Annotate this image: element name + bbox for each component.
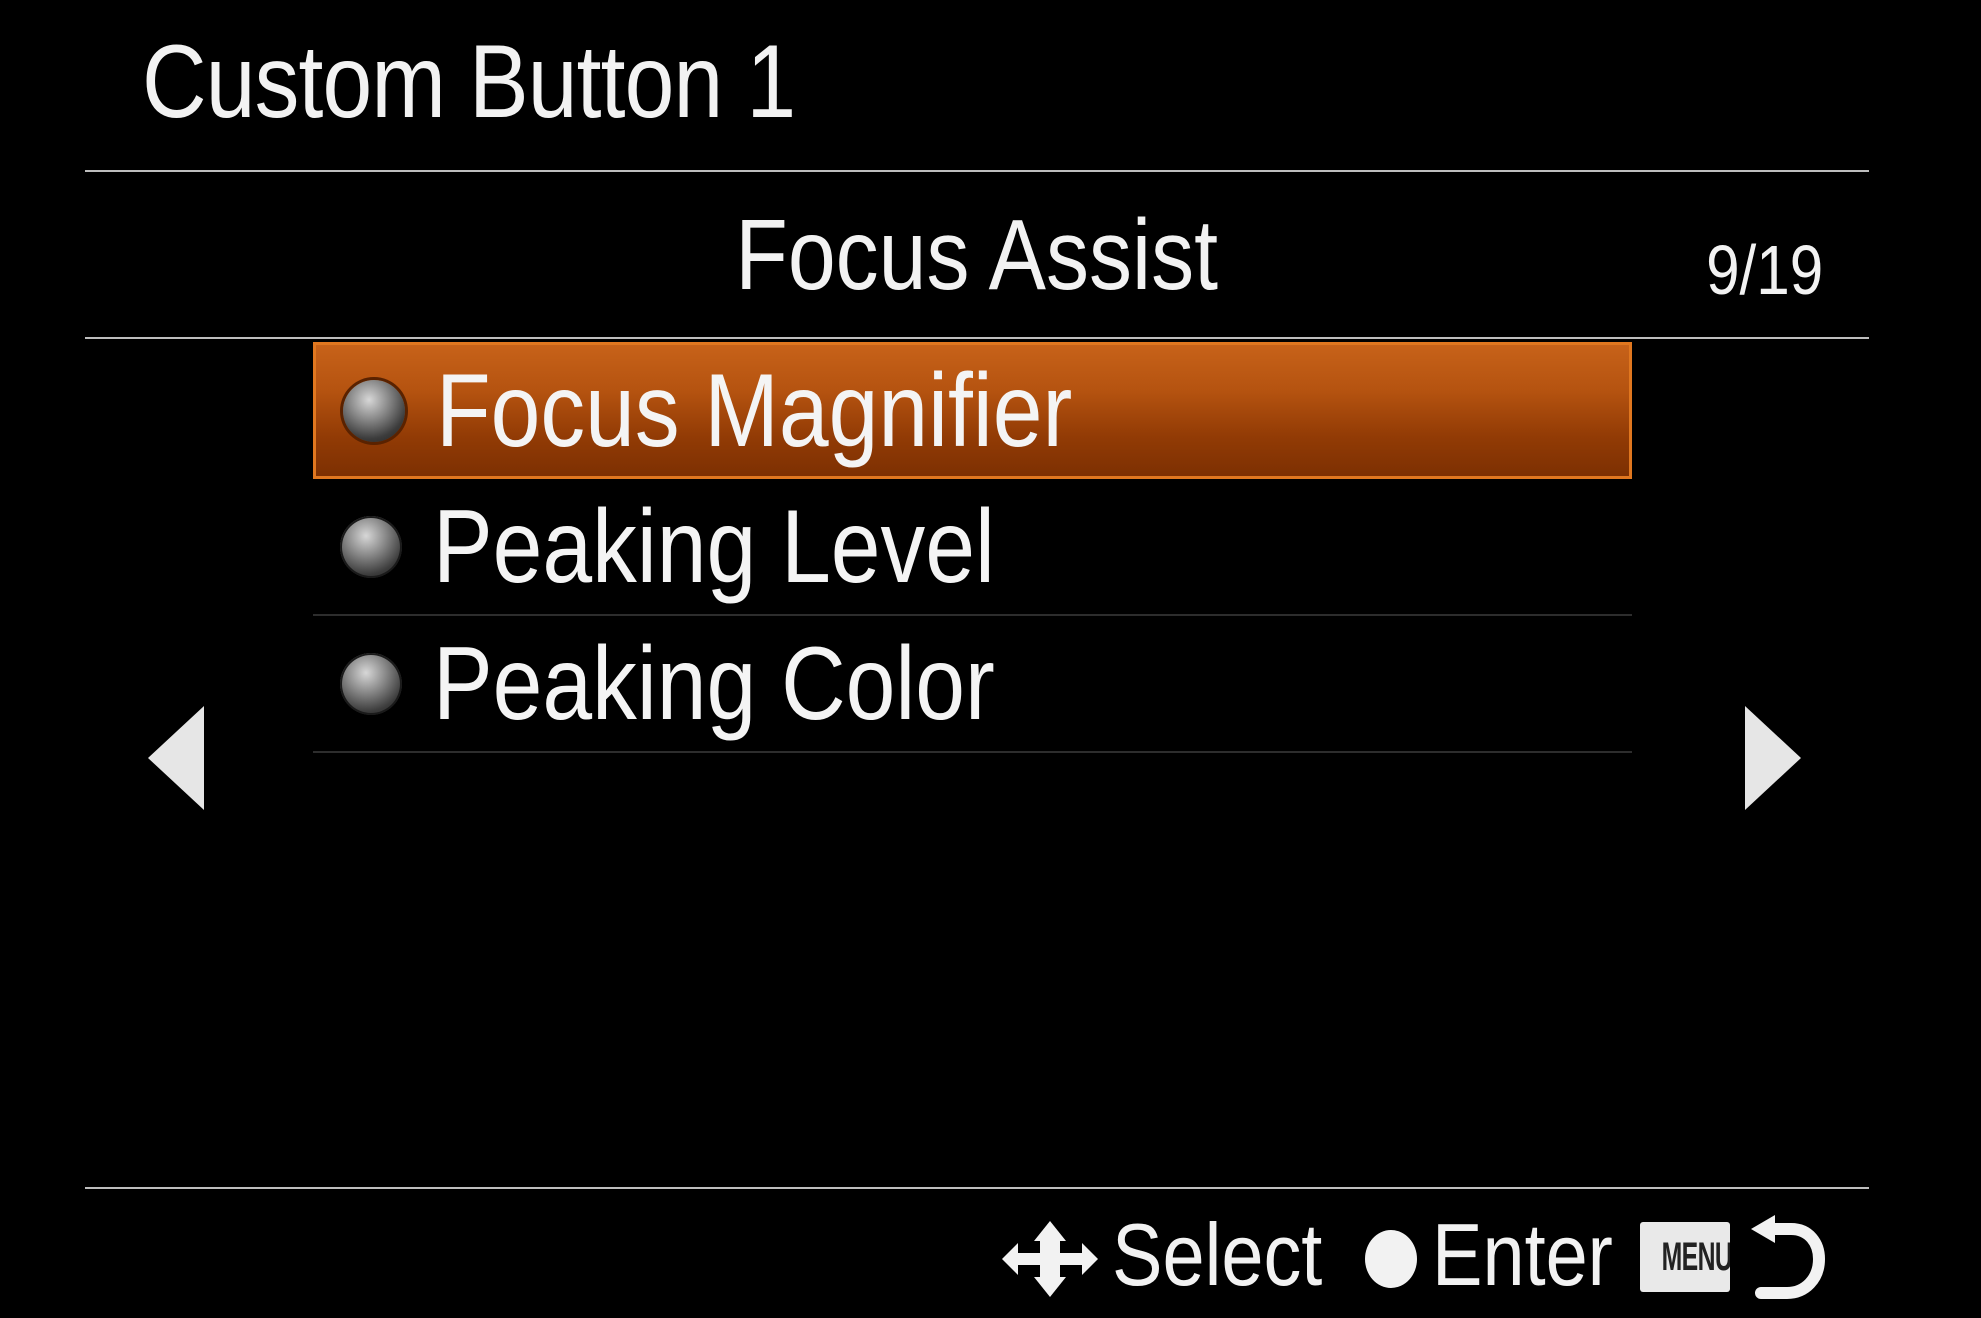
section-title: Focus Assist: [85, 195, 1869, 315]
enter-hint: Enter: [1432, 1205, 1613, 1304]
divider-bottom: [85, 1187, 1869, 1189]
option-focus-magnifier[interactable]: Focus Magnifier: [313, 342, 1632, 479]
filled-circle-icon: [1365, 1230, 1417, 1288]
option-list: Focus Magnifier Peaking Level Peaking Co…: [313, 342, 1632, 753]
option-peaking-level[interactable]: Peaking Level: [313, 479, 1632, 616]
page-counter: 9/19: [1705, 231, 1823, 309]
triangle-left-icon[interactable]: [148, 706, 204, 810]
control-guide: Select Enter MENU: [1000, 1205, 1850, 1305]
section-title-text: Focus Assist: [735, 199, 1219, 311]
triangle-right-icon[interactable]: [1745, 706, 1801, 810]
dpad-arrows-icon: [1002, 1221, 1098, 1297]
select-hint: Select: [1112, 1205, 1323, 1304]
menu-title: Custom Button 1: [142, 24, 796, 140]
menu-badge-text: MENU: [1661, 1235, 1730, 1279]
divider-mid: [85, 337, 1869, 339]
divider-top: [85, 170, 1869, 172]
radio-icon: [340, 652, 402, 715]
option-label: Peaking Level: [433, 488, 995, 605]
radio-icon: [340, 515, 402, 578]
option-label: Peaking Color: [433, 625, 995, 742]
menu-button-icon: MENU: [1640, 1222, 1730, 1292]
camera-menu-screen: Custom Button 1 Focus Assist 9/19 Focus …: [0, 0, 1981, 1318]
option-label: Focus Magnifier: [436, 352, 1073, 469]
radio-icon: [343, 379, 405, 442]
option-peaking-color[interactable]: Peaking Color: [313, 616, 1632, 753]
return-arrow-icon[interactable]: [1745, 1213, 1825, 1303]
